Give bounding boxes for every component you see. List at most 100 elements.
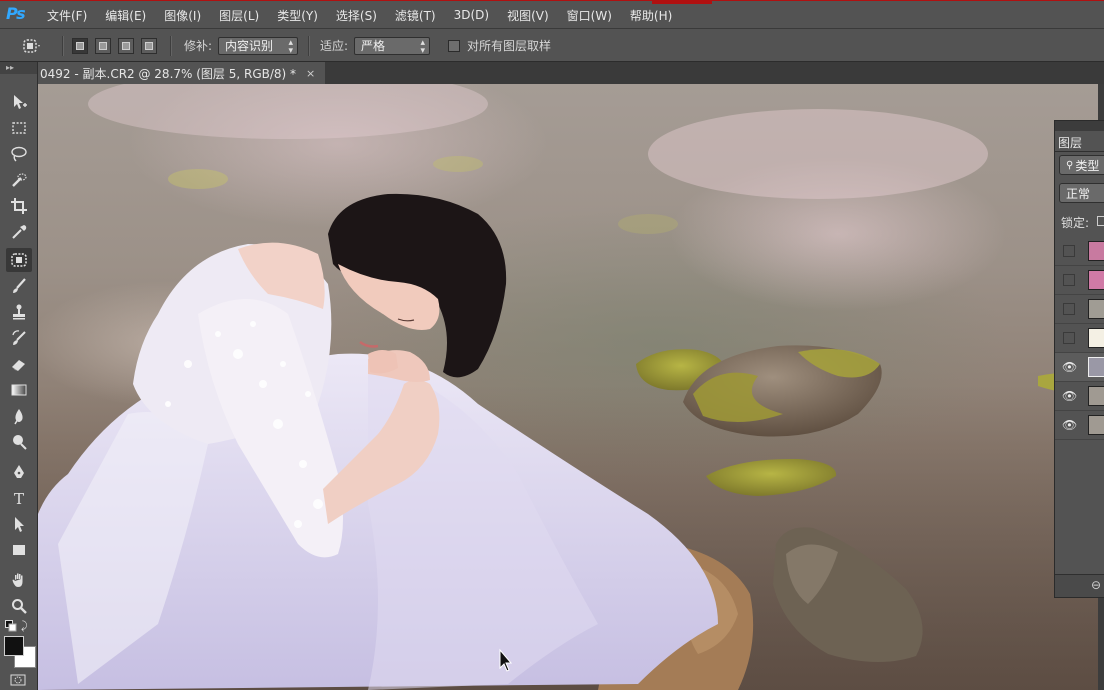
title-accent-line [652,1,712,4]
select-arrows-icon: ▴ ▾ [288,37,294,56]
quick-mask-icon[interactable] [10,674,26,686]
options-bar: 修补: 内容识别 ▴ ▾ 适应: 严格 ▴ ▾ 对所有图层取样 [0,28,1104,62]
default-colors-icon[interactable] [5,620,17,632]
layer-row[interactable] [1055,266,1104,295]
path-select-icon[interactable] [6,512,32,536]
selection-mode-group [72,29,164,62]
menu-layer[interactable]: 图层(L) [210,7,268,24]
menu-file[interactable]: 文件(F) [38,7,96,24]
eye-icon[interactable]: 👁 [1062,360,1077,374]
gradient-icon[interactable] [6,378,32,402]
rectangle-icon[interactable] [6,538,32,562]
layer-row[interactable] [1055,324,1104,353]
layer-row[interactable] [1055,295,1104,324]
adapt-label: 适应: [320,39,349,53]
layer-filter-value: 类型 [1075,158,1100,173]
add-selection-button[interactable] [95,37,111,54]
sample-all-layers-checkbox[interactable] [448,39,460,52]
eraser-icon[interactable] [6,352,32,376]
menu-items: 文件(F) 编辑(E) 图像(I) 图层(L) 类型(Y) 选择(S) 滤镜(T… [38,1,681,29]
dodge-icon[interactable] [6,430,32,454]
subtract-selection-button[interactable] [118,37,134,54]
tab-layers[interactable]: 图层 [1058,134,1082,151]
menu-image[interactable]: 图像(I) [155,7,210,24]
visibility-toggle[interactable] [1063,332,1075,344]
visibility-toggle[interactable] [1063,274,1075,286]
document-canvas[interactable] [38,84,1098,690]
menu-filter[interactable]: 滤镜(T) [386,7,445,24]
lasso-icon[interactable] [6,142,32,166]
blur-icon[interactable] [6,404,32,428]
close-tab-icon[interactable]: × [306,67,315,80]
layer-thumbnail [1088,415,1104,435]
hand-icon[interactable] [6,568,32,592]
separator [308,36,310,56]
layer-thumbnail [1088,270,1104,290]
swap-colors-icon[interactable]: ⤸ [21,619,28,633]
tools-panel: ▸▸ T ⤸ [0,62,38,690]
lock-label: 锁定: [1061,216,1090,230]
layer-thumbnail [1088,357,1104,377]
intersect-selection-button[interactable] [141,37,157,54]
stamp-icon[interactable] [6,300,32,324]
adapt-select[interactable]: 严格 ▴ ▾ [354,36,431,56]
layer-thumbnail [1088,386,1104,406]
menu-help[interactable]: 帮助(H) [621,7,681,24]
layer-filter-select[interactable]: ⚲ 类型 [1059,155,1104,175]
layer-thumbnail [1088,299,1104,319]
document-tab-row: 0492 - 副本.CR2 @ 28.7% (图层 5, RGB/8) * × [38,62,1104,84]
blend-mode-select[interactable]: 正常 [1059,183,1104,203]
sample-all-layers-label: 对所有图层取样 [467,39,552,53]
layer-row[interactable] [1055,237,1104,266]
document-tab[interactable]: 0492 - 副本.CR2 @ 28.7% (图层 5, RGB/8) * × [38,62,326,84]
separator [62,36,64,56]
visibility-toggle[interactable] [1063,303,1075,315]
eye-icon[interactable]: 👁 [1062,418,1077,432]
layer-row-selected[interactable]: 👁 [1055,353,1104,382]
patch-preset-icon [23,38,40,53]
separator [170,36,172,56]
link-layers-icon[interactable]: ⊖ [1091,578,1101,592]
photo-artwork [38,84,1098,690]
move-icon[interactable] [6,90,32,114]
type-icon[interactable]: T [6,486,32,510]
eye-icon[interactable]: 👁 [1062,389,1077,403]
foreground-color-swatch[interactable] [4,636,24,656]
layer-thumbnail [1088,241,1104,261]
tool-preset-picker[interactable] [22,29,42,62]
patch-mode-select[interactable]: 内容识别 ▴ ▾ [218,36,299,56]
layer-row[interactable]: 👁 [1055,411,1104,440]
menu-edit[interactable]: 编辑(E) [96,7,155,24]
divider [1055,151,1104,152]
brush-icon[interactable] [6,274,32,298]
visibility-toggle[interactable] [1063,245,1075,257]
menu-select[interactable]: 选择(S) [327,7,386,24]
panel-header[interactable] [1055,121,1104,131]
menu-type[interactable]: 类型(Y) [268,7,327,24]
photoshop-logo: Ps [6,4,26,23]
layers-panel: 图层 ⚲ 类型 正常 锁定: 👁 👁 👁 ⊖ [1054,120,1104,598]
canvas-edge [1098,84,1104,120]
crop-icon[interactable] [6,194,32,218]
pen-icon[interactable] [6,460,32,484]
blend-mode-value: 正常 [1066,186,1091,201]
layer-thumbnail [1088,328,1104,348]
quick-select-icon[interactable] [6,168,32,192]
select-arrows-icon: ▴ ▾ [420,37,426,56]
lock-transparency-icon[interactable] [1097,216,1104,226]
layer-row[interactable]: 👁 [1055,382,1104,411]
menu-bar: Ps 文件(F) 编辑(E) 图像(I) 图层(L) 类型(Y) 选择(S) 滤… [0,0,1104,28]
history-brush-icon[interactable] [6,326,32,350]
menu-view[interactable]: 视图(V) [498,7,558,24]
zoom-icon[interactable] [6,594,32,618]
svg-text:T: T [14,490,24,507]
document-title: 0492 - 副本.CR2 @ 28.7% (图层 5, RGB/8) * [40,66,297,81]
menu-window[interactable]: 窗口(W) [558,7,621,24]
new-selection-button[interactable] [72,37,88,54]
marquee-icon[interactable] [6,116,32,140]
collapse-panel-icon[interactable]: ▸▸ [0,62,37,74]
menu-3d[interactable]: 3D(D) [445,8,498,22]
patch-icon[interactable] [6,248,32,272]
search-icon: ⚲ [1066,159,1074,171]
eyedropper-icon[interactable] [6,220,32,244]
